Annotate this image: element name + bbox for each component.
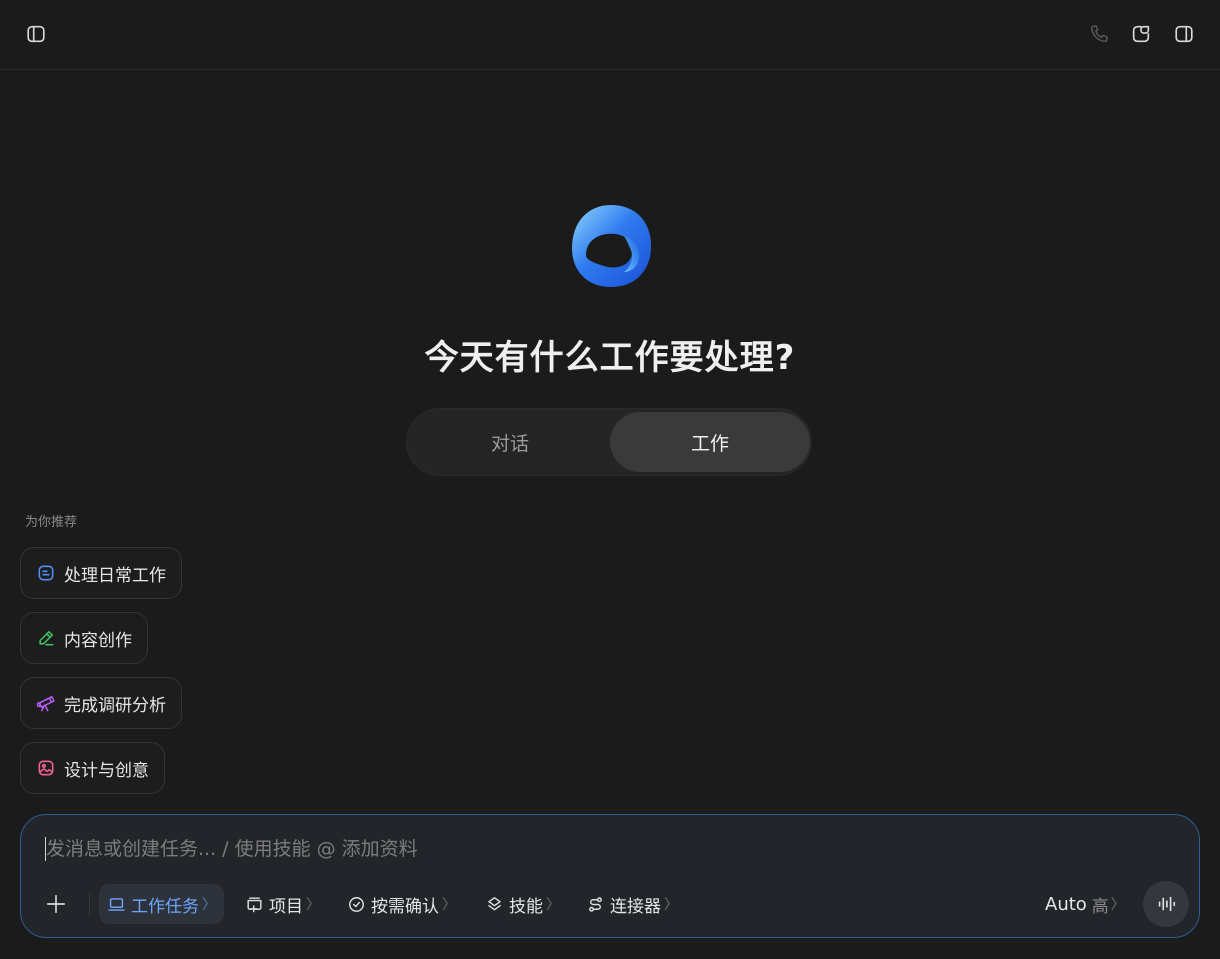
image-icon — [38, 760, 54, 776]
tool-label: 按需确认 — [371, 896, 439, 917]
tool-skills[interactable]: 技能 〉 — [477, 884, 568, 924]
message-input[interactable] — [46, 831, 1146, 867]
tab-chat[interactable]: 对话 — [410, 412, 610, 472]
chip-daily-work[interactable]: 处理日常工作 — [20, 547, 182, 599]
add-attachment-button[interactable] — [43, 891, 69, 917]
model-level: 高 — [1091, 896, 1109, 917]
shield-check-icon — [349, 896, 364, 912]
tool-label: 项目 — [269, 896, 303, 917]
task-list-icon — [38, 565, 54, 581]
chip-label: 处理日常工作 — [64, 565, 166, 586]
message-composer: 工作任务 〉 项目 〉 按需确认 〉 技能 〉 — [20, 814, 1200, 938]
connector-icon — [589, 896, 602, 912]
chip-label: 完成调研分析 — [64, 695, 166, 716]
chip-content-creation[interactable]: 内容创作 — [20, 612, 148, 664]
tool-project[interactable]: 项目 〉 — [237, 884, 328, 924]
folder-plus-icon — [247, 896, 262, 912]
page-headline: 今天有什么工作要处理? — [424, 338, 796, 378]
app-logo — [566, 200, 656, 292]
chevron-right-icon: 〉 — [442, 897, 456, 913]
chip-design[interactable]: 设计与创意 — [20, 742, 165, 794]
layers-icon — [488, 896, 501, 910]
tool-work-task[interactable]: 工作任务 〉 — [99, 884, 224, 924]
phone-icon[interactable] — [1085, 20, 1113, 48]
waveform-icon — [1158, 896, 1176, 912]
right-panel-icon[interactable] — [1170, 20, 1198, 48]
laptop-icon — [108, 897, 125, 911]
recommendations-title: 为你推荐 — [25, 515, 78, 530]
tab-work[interactable]: 工作 — [610, 412, 810, 472]
chip-label: 内容创作 — [64, 630, 132, 651]
tool-confirm-on-demand[interactable]: 按需确认 〉 — [339, 884, 464, 924]
tool-label: 连接器 — [610, 896, 661, 917]
chip-label: 设计与创意 — [64, 760, 149, 781]
voice-input-button[interactable] — [1143, 881, 1189, 927]
new-chat-icon[interactable] — [1127, 20, 1155, 48]
sidebar-toggle-icon[interactable] — [22, 20, 50, 48]
chevron-right-icon: 〉 — [202, 897, 216, 913]
toolbar-divider — [89, 894, 90, 916]
chevron-right-icon: 〉 — [664, 897, 678, 913]
top-bar — [0, 0, 1220, 70]
chevron-right-icon: 〉 — [1110, 897, 1125, 913]
telescope-icon — [36, 695, 55, 712]
pencil-icon — [39, 630, 54, 646]
tool-connectors[interactable]: 连接器 〉 — [578, 884, 686, 924]
chevron-right-icon: 〉 — [306, 897, 320, 913]
chevron-right-icon: 〉 — [546, 897, 560, 913]
chip-research[interactable]: 完成调研分析 — [20, 677, 182, 729]
model-name: Auto — [1045, 893, 1087, 915]
mode-toggle: 对话 工作 — [406, 408, 812, 476]
model-selector[interactable]: Auto 高 〉 — [1045, 884, 1125, 924]
tool-label: 工作任务 — [131, 896, 199, 917]
plus-icon — [46, 894, 66, 914]
tool-label: 技能 — [509, 896, 543, 917]
